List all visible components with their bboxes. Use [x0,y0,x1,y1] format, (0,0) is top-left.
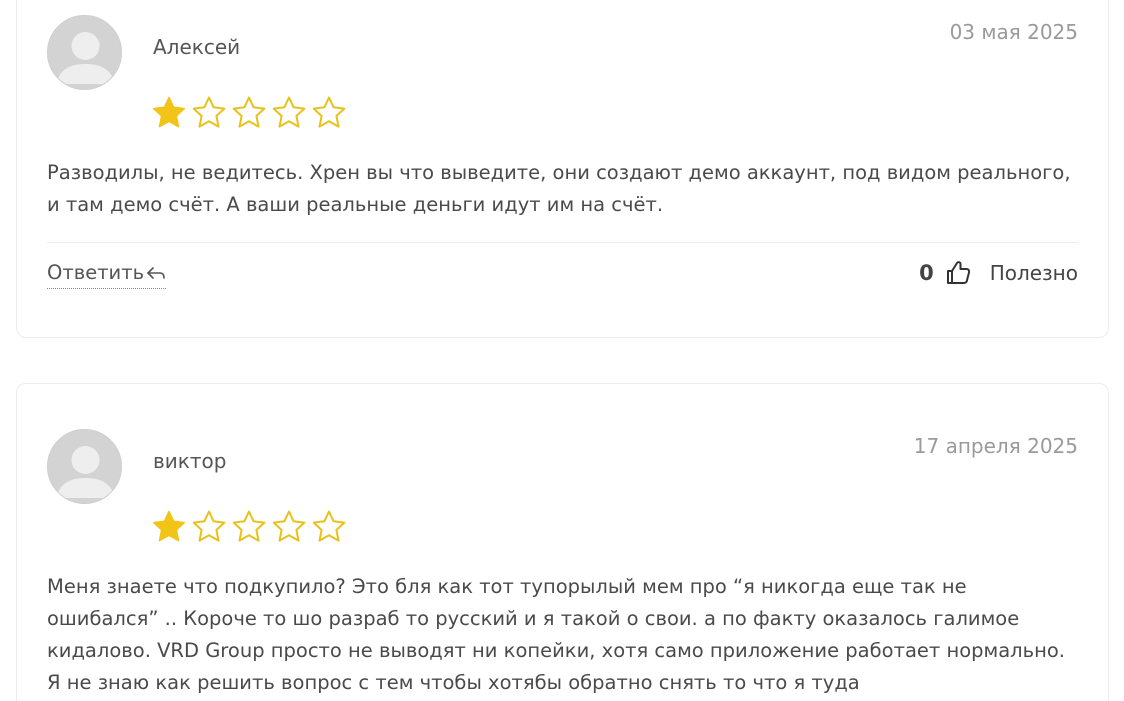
star-filled-icon [152,510,186,542]
review-text: Меня знаете что подкупило? Это бля как т… [47,575,1065,694]
avatar [47,429,122,504]
review-author: Алексей [153,35,241,59]
reply-arrow-icon [147,266,165,279]
star-empty-icon [192,510,226,542]
rating-stars [151,95,347,131]
user-avatar-icon [56,446,115,498]
review-text: Разводилы, не ведитесь. Хрен вы что выве… [47,161,1071,216]
star-empty-icon [232,510,266,542]
review-card: виктор 17 апреля 2025 Меня знаете что по… [16,383,1109,701]
star-empty-icon [272,96,306,128]
thumbs-up-icon[interactable] [944,259,972,287]
helpful-label[interactable]: Полезно [990,261,1078,285]
avatar [47,15,122,90]
user-avatar-icon [56,32,115,84]
divider [47,242,1078,243]
helpful-section: 0 Полезно [919,259,1078,287]
review-date: 03 мая 2025 [949,20,1078,44]
star-empty-icon [192,96,226,128]
helpful-count: 0 [919,261,934,285]
star-empty-icon [312,96,346,128]
rating-stars [151,509,347,545]
review-card: Алексей 03 мая 2025 Разводилы, не ведите… [16,0,1109,338]
star-empty-icon [232,96,266,128]
review-author: виктор [153,449,227,473]
star-empty-icon [272,510,306,542]
review-date: 17 апреля 2025 [913,434,1078,458]
star-filled-icon [152,96,186,128]
star-empty-icon [312,510,346,542]
reviews-page: Алексей 03 мая 2025 Разводилы, не ведите… [0,0,1124,701]
reply-button[interactable]: Ответить [47,261,167,289]
reply-label: Ответить [47,261,145,284]
